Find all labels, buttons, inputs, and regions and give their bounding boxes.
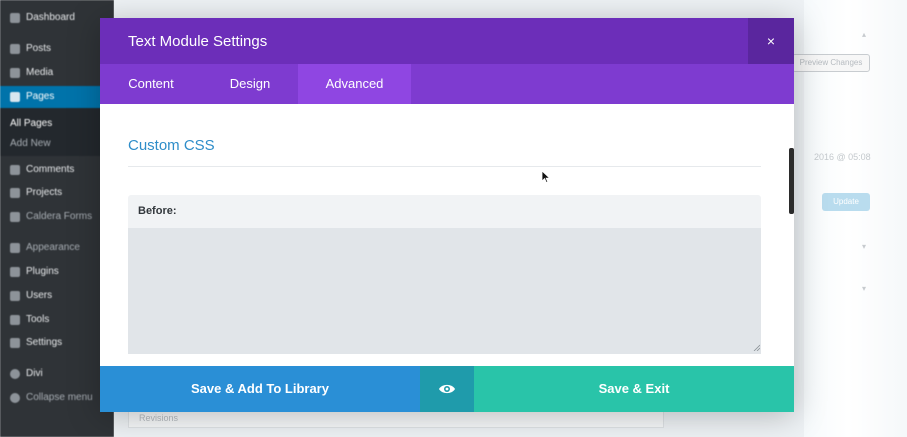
tab-content[interactable]: Content xyxy=(100,64,202,104)
sidebar-item-media[interactable]: Media xyxy=(10,67,53,78)
update-button[interactable]: Update xyxy=(822,193,870,211)
wp-admin-sidebar: Dashboard Posts Media Pages All Pages Ad… xyxy=(0,0,114,437)
pin-icon xyxy=(10,43,20,54)
collapse-icon xyxy=(10,392,20,403)
sidebar-item-posts[interactable]: Posts xyxy=(10,43,51,54)
plugins-icon xyxy=(10,266,20,277)
modal-header: Text Module Settings × xyxy=(100,18,794,64)
sidebar-item-projects[interactable]: Projects xyxy=(10,187,62,198)
sidebar-item-label: Divi xyxy=(26,368,43,379)
before-field-label: Before: xyxy=(138,205,177,217)
sidebar-item-tools[interactable]: Tools xyxy=(10,314,49,325)
sidebar-item-label: Add New xyxy=(10,138,51,149)
projects-icon xyxy=(10,187,20,198)
sidebar-item-label: Settings xyxy=(26,337,63,348)
sidebar-item-label: Plugins xyxy=(26,266,59,277)
before-field-header: Before: xyxy=(128,195,761,228)
preview-changes-button[interactable]: Preview Changes xyxy=(792,54,870,72)
caldera-icon xyxy=(10,211,20,222)
dashboard-icon xyxy=(10,12,20,23)
sidebar-item-label: Comments xyxy=(26,164,75,175)
sidebar-item-label: Collapse menu xyxy=(26,392,93,403)
users-icon xyxy=(10,290,20,301)
settings-tabs: Content Design Advanced xyxy=(100,64,794,104)
chevron-down-icon[interactable]: ▾ xyxy=(862,284,866,293)
sidebar-item-dashboard[interactable]: Dashboard xyxy=(10,12,75,23)
publish-date: 2016 @ 05:08 xyxy=(814,152,871,162)
sidebar-item-caldera-forms[interactable]: Caldera Forms xyxy=(10,211,92,222)
sidebar-item-label: Tools xyxy=(26,314,50,325)
mouse-cursor-icon xyxy=(541,170,551,184)
chevron-up-icon[interactable]: ▴ xyxy=(862,30,866,39)
sidebar-item-label: Caldera Forms xyxy=(26,211,93,222)
media-icon xyxy=(10,67,20,78)
tab-advanced[interactable]: Advanced xyxy=(298,64,411,104)
modal-title: Text Module Settings xyxy=(128,33,268,50)
pages-icon xyxy=(10,91,20,102)
custom-css-section-title[interactable]: Custom CSS xyxy=(128,137,215,154)
tab-design[interactable]: Design xyxy=(202,64,298,104)
sidebar-item-collapse-menu[interactable]: Collapse menu xyxy=(10,392,93,403)
sidebar-item-label: Posts xyxy=(26,43,52,54)
sidebar-item-pages[interactable]: Pages xyxy=(10,91,54,102)
save-and-exit-button[interactable]: Save & Exit xyxy=(474,366,794,412)
sidebar-item-divi[interactable]: Divi xyxy=(10,368,43,379)
sidebar-item-label: Dashboard xyxy=(26,12,75,23)
sidebar-item-appearance[interactable]: Appearance xyxy=(10,242,80,253)
scrollbar-thumb[interactable] xyxy=(789,148,794,214)
sidebar-item-label: Appearance xyxy=(26,242,80,253)
sidebar-item-comments[interactable]: Comments xyxy=(10,164,74,175)
sidebar-item-label: All Pages xyxy=(10,118,53,129)
close-button[interactable]: × xyxy=(748,18,794,64)
settings-icon xyxy=(10,337,20,348)
sidebar-subitem-all-pages[interactable]: All Pages xyxy=(10,118,52,129)
divi-icon xyxy=(10,368,20,379)
section-divider xyxy=(128,166,761,167)
comments-icon xyxy=(10,164,20,175)
sidebar-item-label: Media xyxy=(26,67,54,78)
before-css-textarea[interactable] xyxy=(128,228,761,354)
modal-footer: Save & Add To Library Save & Exit xyxy=(100,366,794,412)
sidebar-item-label: Projects xyxy=(26,187,63,198)
sidebar-item-plugins[interactable]: Plugins xyxy=(10,266,59,277)
eye-icon xyxy=(439,384,455,394)
sidebar-item-settings[interactable]: Settings xyxy=(10,337,62,348)
chevron-down-icon[interactable]: ▾ xyxy=(862,242,866,251)
resize-grip-icon[interactable] xyxy=(753,344,760,351)
modal-body: Custom CSS Before: xyxy=(100,104,794,366)
tools-icon xyxy=(10,314,20,325)
sidebar-subitem-add-new[interactable]: Add New xyxy=(10,138,51,149)
sidebar-item-label: Users xyxy=(26,290,53,301)
close-icon: × xyxy=(766,33,776,49)
appearance-icon xyxy=(10,242,20,253)
save-add-to-library-button[interactable]: Save & Add To Library xyxy=(100,366,420,412)
sidebar-item-label: Pages xyxy=(26,91,55,102)
text-module-settings-modal: Text Module Settings × Content Design Ad… xyxy=(100,18,794,412)
sidebar-item-users[interactable]: Users xyxy=(10,290,52,301)
preview-button[interactable] xyxy=(420,366,474,412)
